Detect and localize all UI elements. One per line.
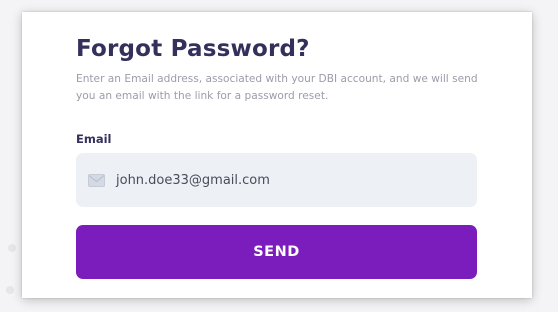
page-title: Forgot Password? (76, 36, 310, 62)
forgot-password-card: Forgot Password? Enter an Email address,… (22, 12, 532, 298)
email-label: Email (76, 132, 112, 146)
email-value: john.doe33@gmail.com (116, 172, 270, 188)
send-button[interactable]: SEND (76, 225, 477, 279)
mail-icon (88, 173, 105, 187)
decorative-dot (6, 286, 14, 294)
instructions-text: Enter an Email address, associated with … (76, 73, 478, 102)
decorative-dot (8, 244, 16, 252)
email-field[interactable]: john.doe33@gmail.com (76, 153, 477, 207)
